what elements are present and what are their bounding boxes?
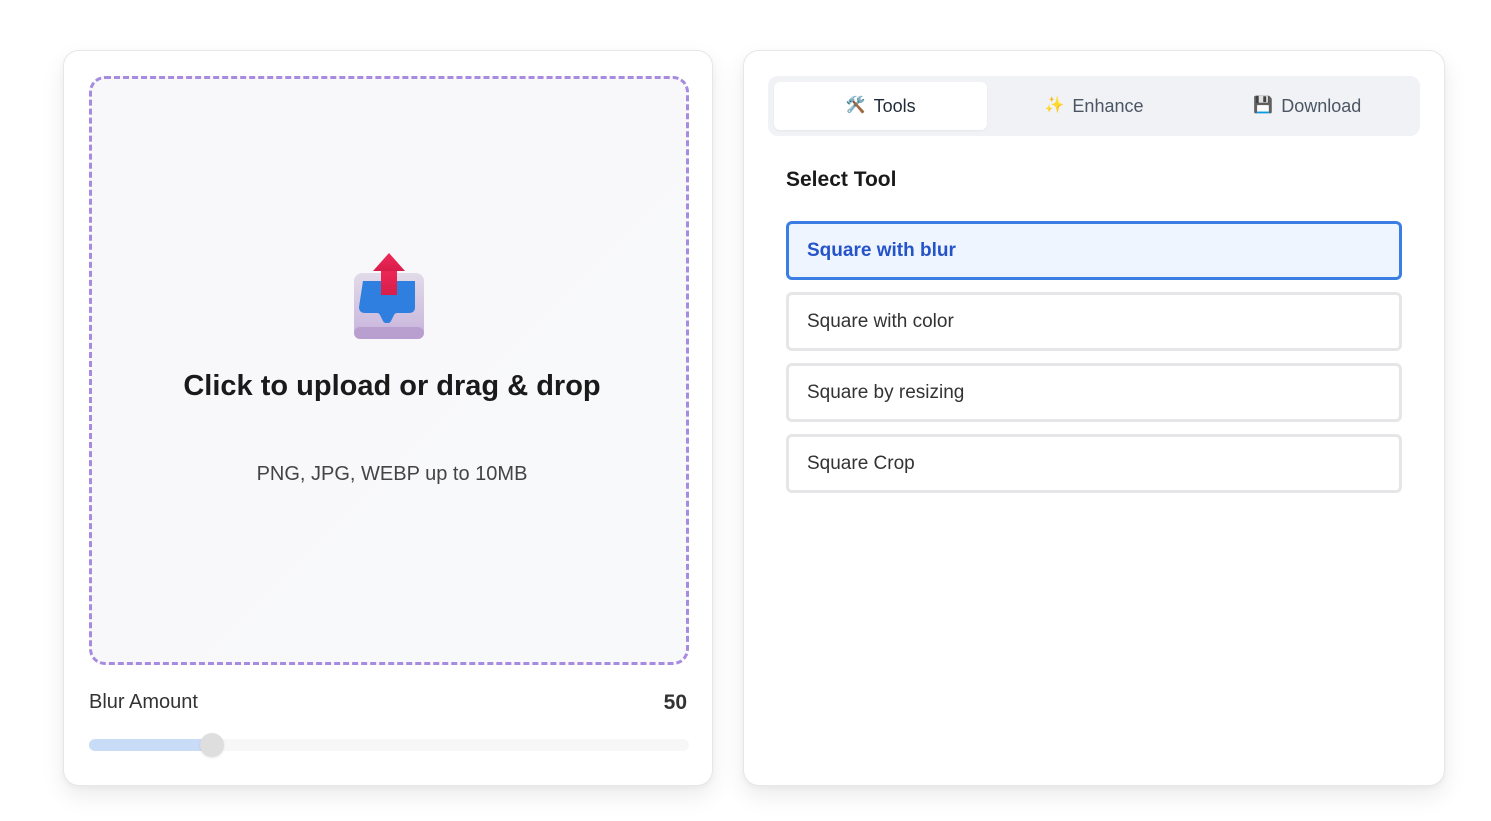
tool-square-by-resizing[interactable]: Square by resizing bbox=[786, 363, 1402, 422]
tab-tools[interactable]: 🛠️ Tools bbox=[774, 82, 988, 130]
tool-square-crop[interactable]: Square Crop bbox=[786, 434, 1402, 493]
tab-enhance[interactable]: ✨ Enhance bbox=[987, 82, 1200, 130]
tool-list: Square with blur Square with color Squar… bbox=[786, 221, 1402, 505]
tools-panel: 🛠️ Tools ✨ Enhance 💾 Download Select Too… bbox=[743, 50, 1445, 786]
blur-slider[interactable] bbox=[89, 733, 689, 757]
tab-bar: 🛠️ Tools ✨ Enhance 💾 Download bbox=[768, 76, 1420, 136]
blur-amount-label: Blur Amount bbox=[89, 691, 198, 713]
tab-download-label: Download bbox=[1281, 95, 1362, 116]
tool-square-with-color[interactable]: Square with color bbox=[786, 292, 1402, 351]
floppy-disk-icon: 💾 bbox=[1253, 97, 1274, 114]
tab-tools-label: Tools bbox=[873, 95, 916, 116]
blur-amount-value: 50 bbox=[663, 691, 687, 714]
upload-subtitle: PNG, JPG, WEBP up to 10MB bbox=[256, 463, 528, 485]
upload-tray-icon bbox=[354, 253, 424, 339]
select-tool-heading: Select Tool bbox=[786, 168, 897, 191]
blur-slider-thumb[interactable] bbox=[200, 733, 224, 757]
tool-square-with-blur[interactable]: Square with blur bbox=[786, 221, 1402, 280]
upload-panel: Click to upload or drag & drop PNG, JPG,… bbox=[63, 50, 713, 786]
upload-dropzone[interactable]: Click to upload or drag & drop PNG, JPG,… bbox=[89, 76, 689, 665]
sparkles-icon: ✨ bbox=[1044, 97, 1065, 114]
upload-title: Click to upload or drag & drop bbox=[183, 370, 601, 402]
tab-enhance-label: Enhance bbox=[1072, 95, 1144, 116]
tab-download[interactable]: 💾 Download bbox=[1201, 82, 1414, 130]
blur-slider-fill bbox=[89, 739, 212, 751]
tools-icon: 🛠️ bbox=[845, 97, 866, 114]
